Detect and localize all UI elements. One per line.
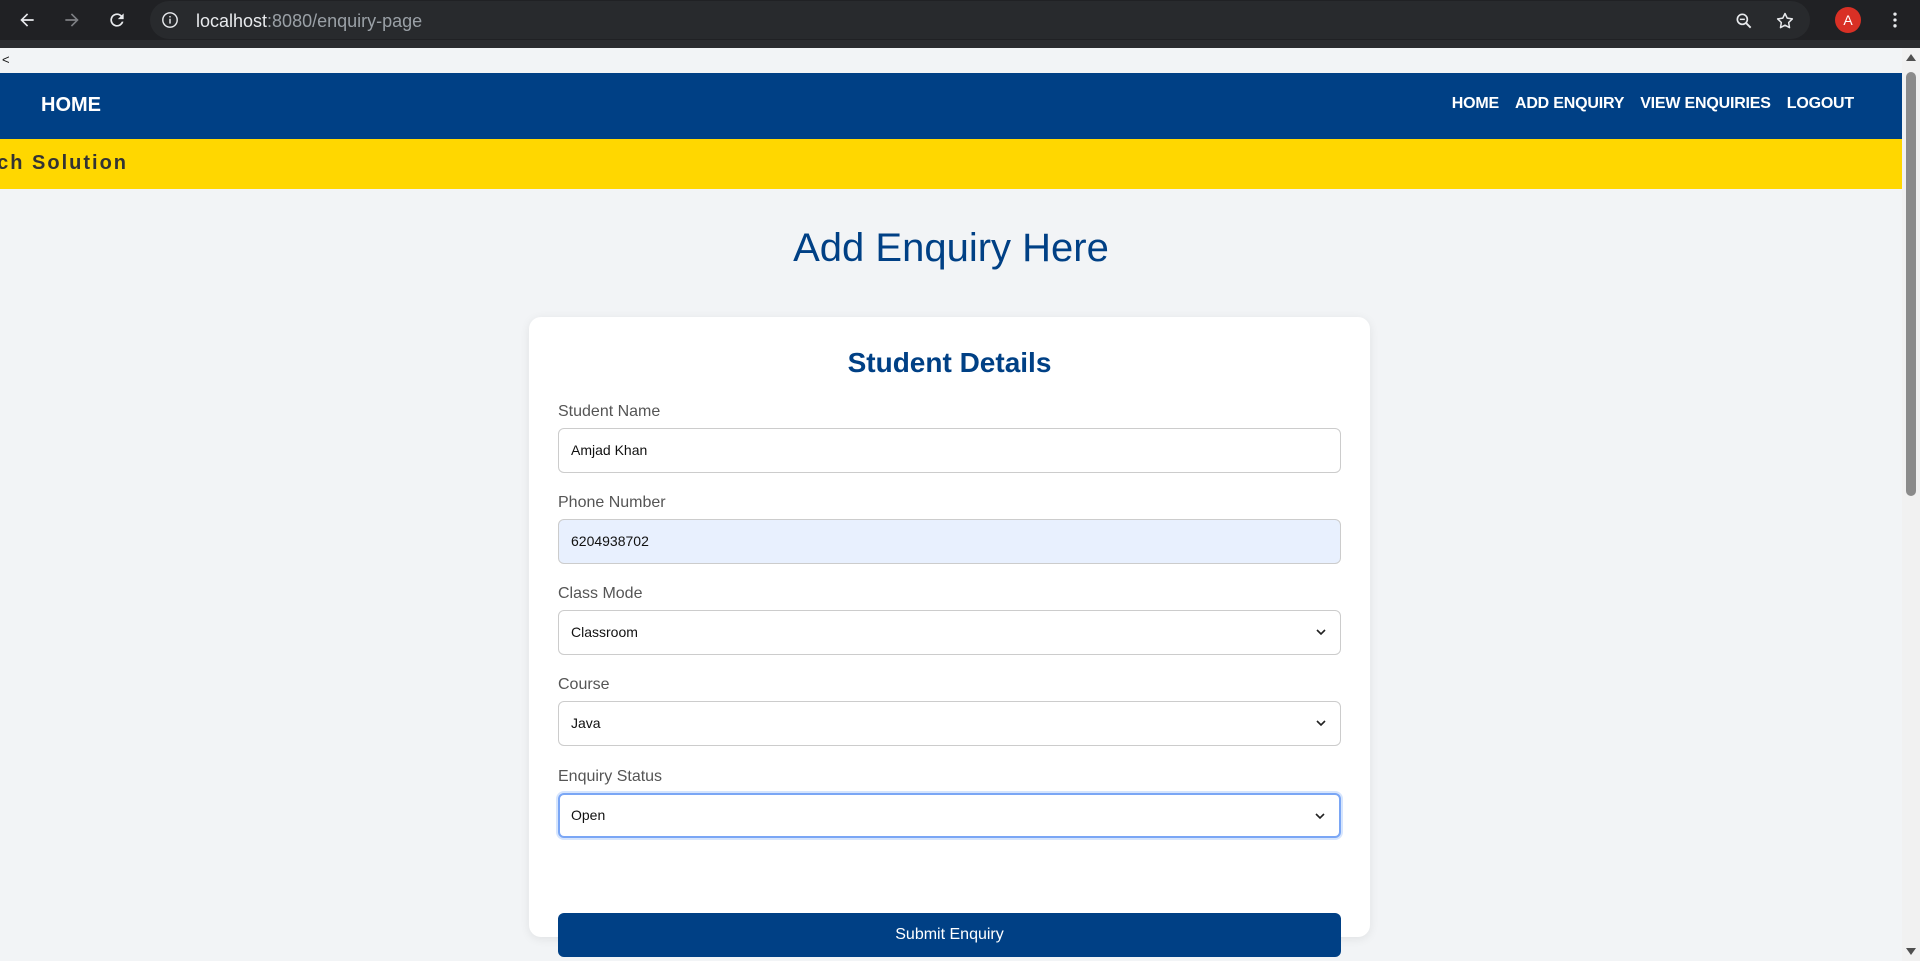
back-button[interactable] — [13, 6, 41, 34]
form-card: Student Details Student Name Amjad Khan … — [529, 317, 1370, 957]
phone-number-label: Phone Number — [558, 494, 666, 511]
student-name-value: Amjad Khan — [571, 442, 648, 458]
page-viewport: < HOME HOME ADD ENQUIRY VIEW ENQUIRIES L… — [0, 48, 1902, 961]
page-title: Add Enquiry Here — [793, 226, 1109, 270]
forward-icon — [65, 13, 79, 27]
marquee-banner: ech Solution — [0, 139, 1902, 189]
star-icon[interactable] — [1774, 10, 1796, 32]
toolbar-divider — [0, 40, 1920, 48]
nav-link-add-enquiry[interactable]: ADD ENQUIRY — [1515, 95, 1624, 113]
class-mode-value: Classroom — [571, 624, 638, 640]
top-navbar: HOME HOME ADD ENQUIRY VIEW ENQUIRIES LOG… — [0, 73, 1902, 139]
vertical-scrollbar[interactable] — [1902, 48, 1920, 961]
url-path: :8080/enquiry-page — [267, 11, 423, 31]
reload-icon — [110, 13, 124, 27]
nav-link-logout[interactable]: LOGOUT — [1787, 95, 1854, 113]
nav-menu: HOME ADD ENQUIRY VIEW ENQUIRIES LOGOUT — [1452, 95, 1854, 113]
info-icon[interactable] — [160, 10, 180, 30]
nav-link-home[interactable]: HOME — [1452, 95, 1499, 113]
course-label: Course — [558, 676, 610, 693]
url-text: localhost:8080/enquiry-page — [196, 11, 422, 32]
class-mode-label: Class Mode — [558, 585, 643, 602]
profile-initial: A — [1843, 12, 1853, 28]
scroll-up-arrow-icon[interactable] — [1906, 54, 1916, 61]
nav-link-view-enquiries[interactable]: VIEW ENQUIRIES — [1640, 95, 1771, 113]
browser-toolbar: localhost:8080/enquiry-page A — [0, 0, 1920, 40]
form-title: Student Details — [847, 347, 1052, 378]
submit-enquiry-button[interactable]: Submit Enquiry — [558, 913, 1341, 957]
enquiry-status-select[interactable]: Open — [558, 793, 1341, 838]
student-name-label: Student Name — [558, 403, 661, 420]
back-icon — [20, 13, 34, 27]
scrollbar-thumb[interactable] — [1906, 72, 1916, 496]
chevron-down-icon — [1316, 720, 1326, 727]
phone-number-input[interactable]: 6204938702 — [558, 519, 1341, 564]
brand-link[interactable]: HOME — [41, 94, 101, 117]
profile-avatar[interactable]: A — [1835, 7, 1861, 33]
reload-button[interactable] — [103, 6, 131, 34]
forward-button[interactable] — [58, 6, 86, 34]
student-name-input[interactable]: Amjad Khan — [558, 428, 1341, 473]
zoom-icon[interactable] — [1733, 10, 1755, 32]
chevron-down-icon — [1315, 813, 1325, 820]
stray-text: < — [2, 52, 10, 67]
scroll-down-arrow-icon[interactable] — [1906, 948, 1916, 955]
chevron-down-icon — [1316, 629, 1326, 636]
marquee-text: ech Solution — [0, 152, 128, 174]
class-mode-select[interactable]: Classroom — [558, 610, 1341, 655]
kebab-menu-icon[interactable] — [1882, 7, 1908, 33]
address-bar[interactable]: localhost:8080/enquiry-page — [150, 1, 1810, 39]
course-value: Java — [571, 715, 601, 731]
course-select[interactable]: Java — [558, 701, 1341, 746]
url-host: localhost — [196, 11, 268, 31]
enquiry-status-label: Enquiry Status — [558, 768, 663, 785]
enquiry-status-value: Open — [571, 807, 606, 823]
phone-number-value: 6204938702 — [571, 533, 649, 549]
